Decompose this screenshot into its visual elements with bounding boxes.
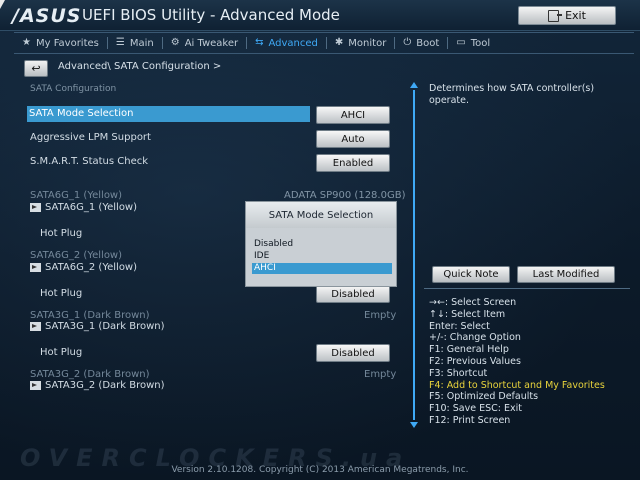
- hot-plug-label: Hot Plug: [40, 288, 83, 299]
- section-title: SATA Configuration: [30, 84, 117, 94]
- tab-label: Tool: [470, 37, 491, 49]
- port-submenu-link[interactable]: SATA6G_2 (Yellow): [30, 262, 137, 273]
- last-modified-button[interactable]: Last Modified: [517, 266, 615, 283]
- port-submenu-link[interactable]: SATA6G_1 (Yellow): [30, 202, 137, 213]
- scroll-up-icon[interactable]: [410, 82, 418, 88]
- sata-mode-label: SATA Mode Selection: [29, 108, 134, 119]
- key-hint: F12: Print Screen: [429, 414, 511, 426]
- port-device: ADATA SP900 (128.0GB): [284, 190, 406, 201]
- advanced-icon: ⇆: [255, 37, 264, 48]
- breadcrumb: Advanced\ SATA Configuration >: [58, 61, 222, 72]
- key-hint: F3: Shortcut: [429, 367, 488, 379]
- hot-plug-value-button[interactable]: Disabled: [316, 344, 390, 362]
- popup-option-ahci[interactable]: AHCI: [252, 263, 392, 274]
- popup-title: SATA Mode Selection: [246, 202, 396, 228]
- port-device: Empty: [364, 369, 397, 380]
- sata-mode-row[interactable]: SATA Mode Selection: [27, 106, 310, 122]
- tweaker-icon: ⚙: [170, 37, 180, 48]
- sata-mode-value-button[interactable]: AHCI: [316, 106, 390, 124]
- tab-ai-tweaker[interactable]: ⚙ Ai Tweaker: [163, 33, 246, 53]
- key-hint: F10: Save ESC: Exit: [429, 403, 522, 415]
- title-bar: /ASUS UEFI BIOS Utility - Advanced Mode …: [0, 0, 640, 31]
- hot-plug-label: Hot Plug: [40, 228, 83, 239]
- back-arrow-icon: ↩: [31, 62, 41, 75]
- tool-icon: ▭: [456, 37, 466, 48]
- scroll-down-icon[interactable]: [410, 422, 418, 428]
- gear-icon: ✱: [334, 37, 344, 48]
- key-legend: →←: Select Screen ↑↓: Select Item Enter:…: [429, 297, 605, 427]
- submenu-arrow-icon: [30, 381, 41, 390]
- aggressive-lpm-label: Aggressive LPM Support: [30, 132, 151, 143]
- asus-logo: /ASUS: [12, 5, 82, 27]
- port-submenu-label: SATA6G_1 (Yellow): [45, 202, 138, 213]
- quick-note-button[interactable]: Quick Note: [432, 266, 510, 283]
- tab-tool[interactable]: ▭ Tool: [448, 33, 498, 53]
- key-hint-shortcut: F4: Add to Shortcut and My Favorites: [429, 379, 605, 391]
- key-hint: →←: Select Screen: [429, 297, 517, 308]
- help-text: Determines how SATA controller(s) operat…: [429, 83, 595, 106]
- key-hint: F5: Optimized Defaults: [429, 391, 539, 403]
- back-button[interactable]: ↩: [24, 60, 48, 77]
- smart-label: S.M.A.R.T. Status Check: [30, 156, 149, 167]
- popup-option-ide[interactable]: IDE: [252, 251, 392, 262]
- tab-label: Main: [129, 37, 154, 49]
- footer-version: Version 2.10.1208. Copyright (C) 2013 Am…: [171, 465, 469, 475]
- port-header: SATA6G_1 (Yellow): [30, 190, 123, 201]
- main-tabs: ★ My Favorites ☰ Main ⚙ Ai Tweaker ⇆ Adv…: [14, 32, 634, 54]
- key-hint: +/-: Change Option: [429, 332, 521, 344]
- tab-boot[interactable]: ⏻ Boot: [395, 33, 447, 53]
- hot-plug-value-button[interactable]: Disabled: [316, 285, 390, 303]
- port-device: Empty: [364, 310, 397, 321]
- submenu-arrow-icon: [30, 322, 41, 331]
- tab-label: My Favorites: [35, 37, 99, 49]
- exit-icon: [548, 9, 563, 22]
- key-hint: ↑↓: Select Item: [429, 308, 506, 320]
- tab-label: Advanced: [268, 37, 318, 49]
- port-submenu-link[interactable]: SATA3G_2 (Dark Brown): [30, 380, 165, 391]
- port-header: SATA6G_2 (Yellow): [30, 250, 123, 261]
- scrollbar[interactable]: [410, 82, 418, 428]
- key-hint: F1: General Help: [429, 344, 509, 356]
- key-hint: Enter: Select: [429, 320, 490, 332]
- port-submenu-link[interactable]: SATA3G_1 (Dark Brown): [30, 321, 165, 332]
- aggressive-lpm-value-button[interactable]: Auto: [316, 130, 390, 148]
- port-submenu-label: SATA3G_2 (Dark Brown): [45, 380, 165, 391]
- tab-my-favorites[interactable]: ★ My Favorites: [14, 33, 107, 53]
- divider: [424, 288, 630, 289]
- port-submenu-label: SATA3G_1 (Dark Brown): [45, 321, 165, 332]
- star-icon: ★: [22, 37, 31, 48]
- hot-plug-label: Hot Plug: [40, 347, 83, 358]
- tab-main[interactable]: ☰ Main: [108, 33, 162, 53]
- tab-label: Boot: [416, 37, 440, 49]
- tab-label: Monitor: [348, 37, 387, 49]
- app-title: UEFI BIOS Utility - Advanced Mode: [82, 6, 340, 24]
- popup-option-disabled[interactable]: Disabled: [252, 239, 392, 250]
- tab-label: Ai Tweaker: [184, 37, 239, 49]
- sata-mode-popup: SATA Mode Selection Disabled IDE AHCI: [245, 201, 397, 287]
- port-header: SATA3G_2 (Dark Brown): [30, 369, 150, 380]
- tab-advanced[interactable]: ⇆ Advanced: [247, 33, 326, 53]
- exit-button[interactable]: Exit: [518, 6, 616, 25]
- smart-value-button[interactable]: Enabled: [316, 154, 390, 172]
- port-submenu-label: SATA6G_2 (Yellow): [45, 262, 138, 273]
- scroll-track[interactable]: [413, 90, 415, 420]
- key-hint: F2: Previous Values: [429, 355, 521, 367]
- list-icon: ☰: [115, 37, 125, 48]
- exit-label: Exit: [565, 9, 586, 22]
- mouse-cursor-icon: [0, 0, 5, 9]
- power-icon: ⏻: [403, 37, 412, 48]
- tab-monitor[interactable]: ✱ Monitor: [327, 33, 394, 53]
- port-header: SATA3G_1 (Dark Brown): [30, 310, 150, 321]
- submenu-arrow-icon: [30, 263, 41, 272]
- submenu-arrow-icon: [30, 203, 41, 212]
